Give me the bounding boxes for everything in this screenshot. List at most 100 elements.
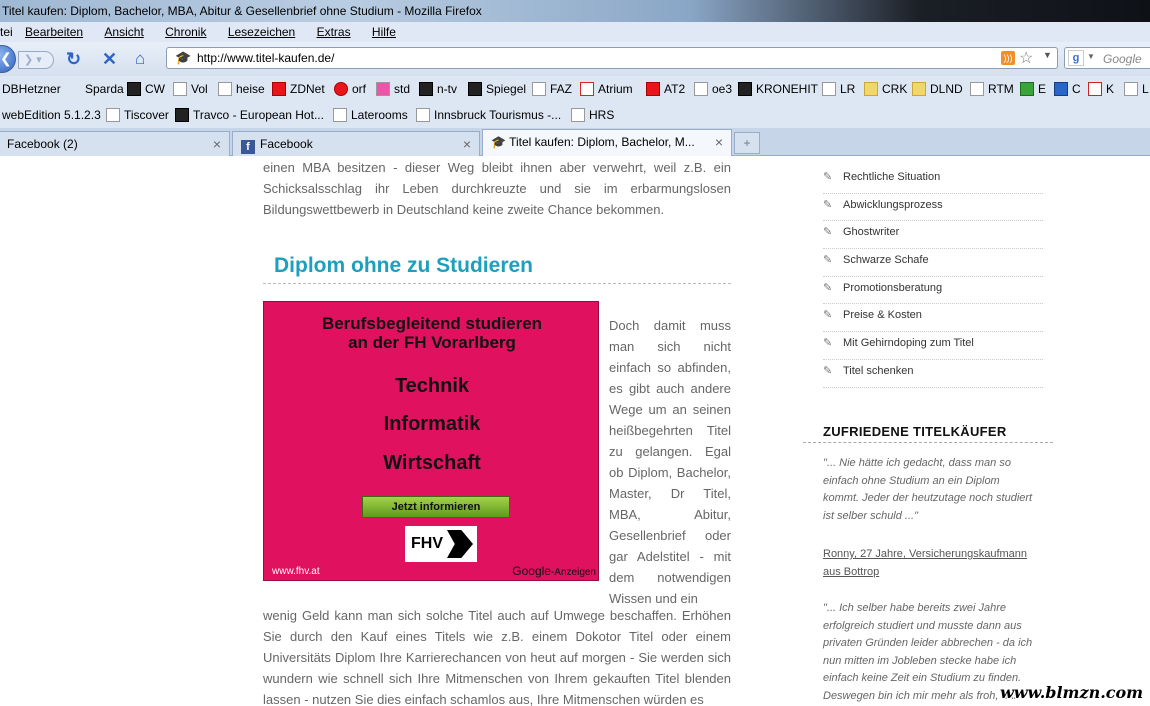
advertisement-banner[interactable]: Berufsbegleitend studieren an der FH Vor… [263, 301, 599, 581]
fhv-logo: FHV [405, 526, 477, 562]
forward-button[interactable]: ❯ ▾ [18, 51, 54, 69]
ad-url[interactable]: www.fhv.at [272, 566, 320, 577]
menu-help[interactable]: Hilfe [372, 22, 405, 42]
bookmark-laterooms[interactable]: Laterooms [333, 102, 408, 128]
pencil-icon: ✎ [823, 364, 833, 377]
close-icon[interactable]: × [213, 132, 221, 156]
sidebar-link[interactable]: ✎ Abwicklungsprozess [823, 194, 1043, 222]
site-favicon-icon: 🎓 [175, 50, 192, 65]
menu-bookmarks[interactable]: Lesezeichen [228, 22, 304, 42]
bookmark-tiscover-label: Tiscover [124, 108, 169, 122]
bookmark-at2[interactable]: AT2 [646, 76, 685, 102]
bookmark-faz-label: FAZ [550, 82, 573, 96]
atrium-icon [580, 82, 594, 96]
rss-feed-icon[interactable]: ))) [1001, 51, 1015, 65]
bookmark-webedition[interactable]: webEdition 5.1.2.3 [2, 102, 101, 128]
bookmark-innsbruck[interactable]: Innsbruck Tourismus -... [416, 102, 561, 128]
search-bar[interactable]: g ▼ Google [1064, 47, 1150, 69]
ad-cta-button[interactable]: Jetzt informieren [362, 496, 510, 518]
ad-item-informatik: Informatik [383, 413, 481, 435]
bookmark-dbhetzner[interactable]: DBHetzner [2, 76, 61, 102]
bookmark-cw[interactable]: CW [127, 76, 165, 102]
new-tab-button[interactable]: + [734, 132, 760, 154]
bookmark-gmail[interactable]: K [1088, 76, 1114, 102]
bookmark-e[interactable]: E [1020, 76, 1046, 102]
bookmark-star-icon[interactable]: ☆ [1019, 48, 1033, 68]
bookmark-heise[interactable]: heise [218, 76, 265, 102]
url-text[interactable]: http://www.titel-kaufen.de/ [197, 51, 334, 65]
url-dropdown-icon[interactable]: ▼ [1043, 50, 1052, 60]
faz-icon [532, 82, 546, 96]
menu-bookmarks-label: Lesezeichen [227, 25, 296, 39]
bookmark-zdnet[interactable]: ZDNet [272, 76, 325, 102]
sidebar-link[interactable]: ✎ Titel schenken [823, 360, 1043, 388]
bookmark-atrium[interactable]: Atrium [580, 76, 633, 102]
menu-file[interactable]: tei [0, 22, 13, 42]
tab-label: Facebook (2) [7, 137, 78, 151]
google-engine-icon[interactable]: g [1068, 50, 1084, 66]
sidebar-link-label: Abwicklungsprozess [843, 198, 943, 211]
bookmark-tiscover[interactable]: Tiscover [106, 102, 169, 128]
page-icon [571, 108, 585, 122]
bookmark-vol[interactable]: Vol [173, 76, 208, 102]
sidebar-link[interactable]: ✎ Mit Gehirndoping zum Titel [823, 332, 1043, 360]
sidebar-link[interactable]: ✎ Rechtliche Situation [823, 166, 1043, 194]
l-icon [1124, 82, 1138, 96]
close-icon[interactable]: × [463, 132, 471, 156]
oe3-icon [694, 82, 708, 96]
bookmark-orf[interactable]: orf [334, 76, 366, 102]
bookmark-calendar[interactable]: C [1054, 76, 1081, 102]
page-icon [333, 108, 347, 122]
engine-dropdown-icon[interactable]: ▼ [1087, 52, 1095, 61]
close-icon[interactable]: × [715, 130, 723, 154]
bookmark-hrs[interactable]: HRS [571, 102, 614, 128]
bookmark-oe3[interactable]: oe3 [694, 76, 732, 102]
address-bar[interactable]: 🎓 http://www.titel-kaufen.de/ ))) ☆ ▼ [166, 47, 1058, 69]
back-button[interactable] [0, 45, 16, 73]
search-placeholder[interactable]: Google [1103, 52, 1142, 66]
bookmark-faz[interactable]: FAZ [532, 76, 572, 102]
menu-tools[interactable]: Extras [317, 22, 360, 42]
bookmark-orf-label: orf [352, 82, 367, 96]
kronehit-icon [738, 82, 752, 96]
testimonial-author-link[interactable]: Ronny, 27 Jahre, Versicherungskaufmann a… [823, 545, 1038, 581]
ad-headline-line1: Berufsbegleitend studieren [321, 314, 543, 333]
bookmark-lr[interactable]: LR [822, 76, 855, 102]
bookmark-spiegel[interactable]: Spiegel [468, 76, 526, 102]
pencil-icon: ✎ [823, 171, 833, 183]
bookmark-crk[interactable]: CRK [864, 76, 907, 102]
sidebar-link-label: Preise & Kosten [843, 309, 922, 322]
tab-facebook[interactable]: f Facebook × [232, 131, 480, 156]
home-icon[interactable]: ⌂ [135, 50, 145, 68]
bookmark-travco[interactable]: Travco - European Hot... [175, 102, 324, 128]
sidebar-link[interactable]: ✎ Schwarze Schafe [823, 249, 1043, 277]
menu-edit[interactable]: Bearbeiten [25, 22, 92, 42]
tab-titel-kaufen[interactable]: 🎓 Titel kaufen: Diplom, Bachelor, M... × [482, 129, 732, 156]
google-ads-label[interactable]: Google-Anzeigen [512, 564, 596, 578]
pencil-icon: ✎ [823, 309, 833, 322]
menu-history-label: Chronik [165, 25, 207, 39]
bookmark-ntv[interactable]: n-tv [419, 76, 457, 102]
page-icon [106, 108, 120, 122]
pencil-icon: ✎ [823, 337, 833, 350]
sidebar-link[interactable]: ✎ Ghostwriter [823, 221, 1043, 250]
sidebar-link[interactable]: ✎ Promotionsberatung [823, 277, 1043, 305]
sidebar-link[interactable]: ✎ Preise & Kosten [823, 304, 1043, 333]
menu-view[interactable]: Ansicht [104, 22, 152, 42]
bookmark-rtm[interactable]: RTM [970, 76, 1014, 102]
stop-icon[interactable]: ✕ [102, 50, 117, 68]
sidebar-link-label: Rechtliche Situation [843, 171, 941, 183]
bookmark-l[interactable]: L [1124, 76, 1149, 102]
bookmark-kronehit[interactable]: KRONEHIT [738, 76, 818, 102]
heading-divider [263, 283, 731, 284]
tab-facebook-2[interactable]: Facebook (2) × [0, 131, 230, 156]
bookmark-std[interactable]: std [376, 76, 410, 102]
reload-icon[interactable]: ↻ [66, 50, 81, 68]
bookmark-travco-label: Travco - European Hot... [193, 108, 324, 122]
page-content: einen MBA besitzen - dieser Weg bleibt i… [0, 157, 1150, 706]
menu-history[interactable]: Chronik [165, 22, 215, 42]
graduation-cap-icon: 🎓 [491, 135, 510, 149]
bookmark-sparda[interactable]: Sparda [85, 76, 124, 102]
spiegel-icon [468, 82, 482, 96]
bookmark-dlnd[interactable]: DLND [912, 76, 963, 102]
